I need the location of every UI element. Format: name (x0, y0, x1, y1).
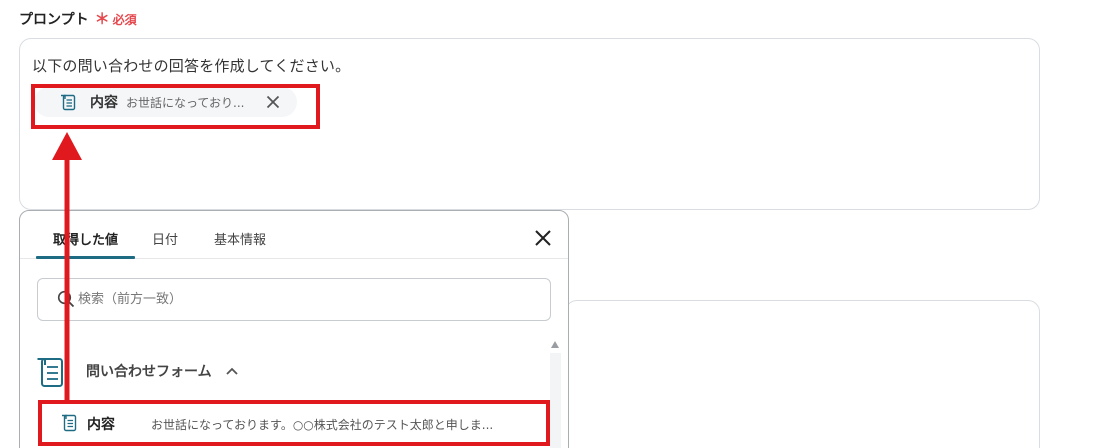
tab-retrieved-values[interactable]: 取得した値 (53, 229, 118, 248)
chevron-up-icon[interactable] (225, 367, 238, 375)
secondary-textarea[interactable] (565, 300, 1040, 448)
prompt-field-label: プロンプト ＊ 必須 (19, 8, 137, 29)
tab-basic-info[interactable]: 基本情報 (214, 229, 266, 248)
scrollbar-track[interactable] (550, 353, 561, 448)
required-indicator: ＊ 必須 (95, 8, 137, 29)
search-field[interactable] (37, 278, 551, 321)
search-input[interactable] (78, 279, 538, 320)
highlight-box-chip (31, 84, 320, 129)
form-icon (37, 358, 63, 387)
prompt-label-text: プロンプト (19, 12, 89, 28)
active-tab-indicator (36, 256, 135, 259)
search-icon (57, 290, 75, 308)
group-header-inquiry-form[interactable]: 問い合わせフォーム (36, 351, 238, 391)
group-title: 問い合わせフォーム (86, 364, 212, 380)
close-icon[interactable] (534, 229, 552, 247)
highlight-box-item (38, 400, 550, 446)
tab-date[interactable]: 日付 (152, 229, 178, 248)
scroll-up-arrow[interactable] (551, 341, 559, 348)
prompt-text: 以下の問い合わせの回答を作成してください。 (32, 57, 351, 75)
panel-tabs: 取得した値 日付 基本情報 (20, 211, 568, 259)
required-text: 必須 (112, 13, 137, 27)
required-asterisk: ＊ (94, 10, 110, 28)
